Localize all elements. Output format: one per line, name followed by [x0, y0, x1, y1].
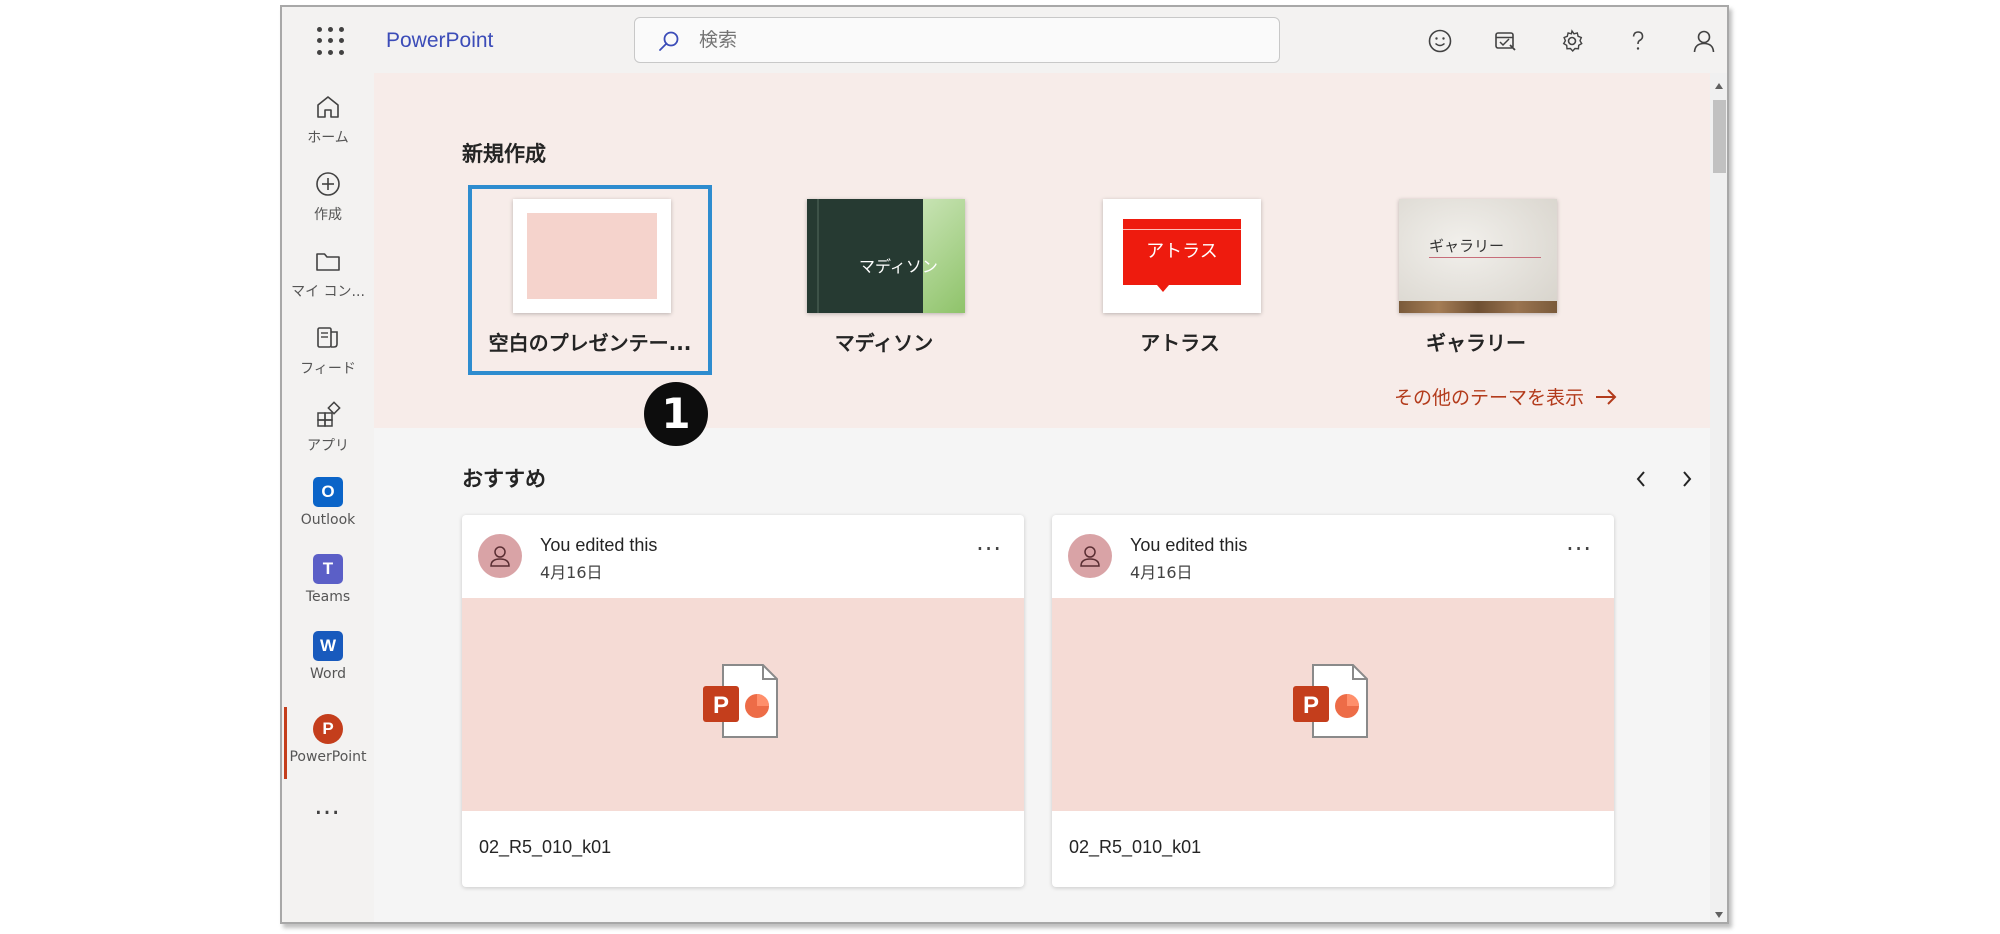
- home-icon: [312, 91, 344, 123]
- template-thumb-text: ギャラリー: [1429, 237, 1505, 255]
- rail-more-button[interactable]: …: [282, 791, 374, 831]
- file-name[interactable]: 02_R5_010_k01: [479, 837, 611, 858]
- search-icon: [659, 31, 679, 51]
- activity-text: You edited this: [1130, 535, 1248, 555]
- activity-date: 4月16日: [540, 563, 603, 582]
- template-atlas[interactable]: アトラス アトラス: [1058, 185, 1302, 375]
- outlook-icon: O: [312, 476, 344, 508]
- gear-icon[interactable]: [1556, 25, 1588, 57]
- search-box[interactable]: [634, 17, 1280, 63]
- app-launcher-icon[interactable]: [308, 21, 348, 61]
- rail-item-label: Teams: [305, 589, 351, 605]
- more-themes-label: その他のテーマを表示: [1394, 387, 1585, 409]
- more-options-icon[interactable]: ···: [1566, 537, 1592, 561]
- template-thumbnail: マディソン: [807, 199, 965, 313]
- powerpoint-icon: P: [312, 713, 344, 745]
- chevron-left-icon[interactable]: [1627, 465, 1655, 493]
- main-content: 新規作成 空白のプレゼンテー... マディソン マディソン アトラス アトラス …: [374, 73, 1710, 922]
- svg-text:P: P: [713, 692, 729, 719]
- rail-item-home[interactable]: ホーム: [282, 85, 374, 157]
- left-rail: ホーム 作成 マイ コン... フィード アプリ O Outlook T Tea…: [282, 73, 374, 922]
- feed-icon: [312, 322, 344, 354]
- rail-item-word[interactable]: W Word: [282, 624, 374, 696]
- rail-item-label: 作成: [314, 207, 342, 223]
- app-name[interactable]: PowerPoint: [386, 29, 493, 53]
- rail-item-create[interactable]: 作成: [282, 162, 374, 234]
- task-icon[interactable]: [1490, 25, 1522, 57]
- scroll-down-icon[interactable]: [1715, 912, 1723, 918]
- rail-item-label: フィード: [300, 361, 356, 377]
- browser-window: PowerPoint ホーム: [280, 5, 1729, 924]
- template-thumbnail: ギャラリー: [1399, 199, 1557, 313]
- account-icon[interactable]: [1688, 25, 1720, 57]
- recommended-title: おすすめ: [462, 467, 546, 491]
- scroll-up-icon[interactable]: [1715, 83, 1723, 89]
- template-gallery[interactable]: ギャラリー ギャラリー: [1354, 185, 1598, 375]
- template-name: ギャラリー: [1426, 331, 1526, 355]
- activity-date: 4月16日: [1130, 563, 1193, 582]
- rail-item-teams[interactable]: T Teams: [282, 547, 374, 619]
- rail-item-label: Word: [310, 666, 346, 682]
- word-icon: W: [312, 630, 344, 662]
- template-name: マディソン: [834, 331, 934, 355]
- new-section: 新規作成 空白のプレゼンテー... マディソン マディソン アトラス アトラス …: [374, 73, 1710, 428]
- template-madison[interactable]: マディソン マディソン: [762, 185, 1006, 375]
- template-thumbnail: [513, 199, 671, 313]
- more-options-icon[interactable]: ···: [976, 537, 1002, 561]
- rail-item-powerpoint[interactable]: P PowerPoint: [282, 707, 374, 779]
- file-preview[interactable]: P: [462, 598, 1024, 811]
- avatar: [478, 534, 522, 578]
- rail-item-feed[interactable]: フィード: [282, 316, 374, 388]
- smiley-icon[interactable]: [1424, 25, 1456, 57]
- rail-item-label: ホーム: [307, 130, 349, 146]
- file-preview[interactable]: P: [1052, 598, 1614, 811]
- rail-item-my-content[interactable]: マイ コン...: [282, 239, 374, 311]
- powerpoint-file-icon: P: [703, 664, 778, 738]
- person-icon: [490, 546, 510, 567]
- help-icon[interactable]: [1622, 25, 1654, 57]
- teams-icon: T: [312, 553, 344, 585]
- rail-item-label: PowerPoint: [289, 749, 367, 765]
- template-name: 空白のプレゼンテー...: [488, 331, 692, 355]
- rail-item-label: マイ コン...: [291, 284, 365, 300]
- more-icon: …: [314, 791, 342, 821]
- create-icon: [312, 168, 344, 200]
- avatar: [1068, 534, 1112, 578]
- recent-file-card[interactable]: You edited this 4月16日 ··· P 02_R5_010_k0…: [1052, 515, 1614, 887]
- template-thumb-text: マディソン: [859, 257, 938, 276]
- search-input[interactable]: [699, 26, 1259, 54]
- recent-file-card[interactable]: You edited this 4月16日 ··· P 02_R5_010_k0…: [462, 515, 1024, 887]
- template-thumbnail: アトラス: [1103, 199, 1261, 313]
- more-themes-link[interactable]: その他のテーマを表示: [1394, 383, 1618, 410]
- person-icon: [1080, 546, 1100, 567]
- activity-text: You edited this: [540, 535, 658, 555]
- chevron-right-icon[interactable]: [1673, 465, 1701, 493]
- svg-text:P: P: [1303, 692, 1319, 719]
- template-blank[interactable]: 空白のプレゼンテー...: [468, 185, 712, 375]
- arrow-right-icon: [1596, 388, 1617, 405]
- rail-item-outlook[interactable]: O Outlook: [282, 470, 374, 542]
- template-thumb-text: アトラス: [1146, 241, 1218, 262]
- template-name: アトラス: [1140, 331, 1220, 355]
- folder-icon: [312, 245, 344, 277]
- scrollbar-thumb[interactable]: [1713, 100, 1726, 173]
- rail-item-apps[interactable]: アプリ: [282, 393, 374, 465]
- top-bar: PowerPoint: [282, 7, 1727, 73]
- new-section-title: 新規作成: [462, 142, 546, 166]
- step-number-badge: 1: [644, 382, 708, 446]
- rail-item-label: アプリ: [307, 438, 349, 454]
- powerpoint-file-icon: P: [1293, 664, 1368, 738]
- apps-icon: [312, 399, 344, 431]
- file-name[interactable]: 02_R5_010_k01: [1069, 837, 1201, 858]
- vertical-scrollbar[interactable]: [1710, 73, 1727, 922]
- rail-item-label: Outlook: [300, 512, 356, 528]
